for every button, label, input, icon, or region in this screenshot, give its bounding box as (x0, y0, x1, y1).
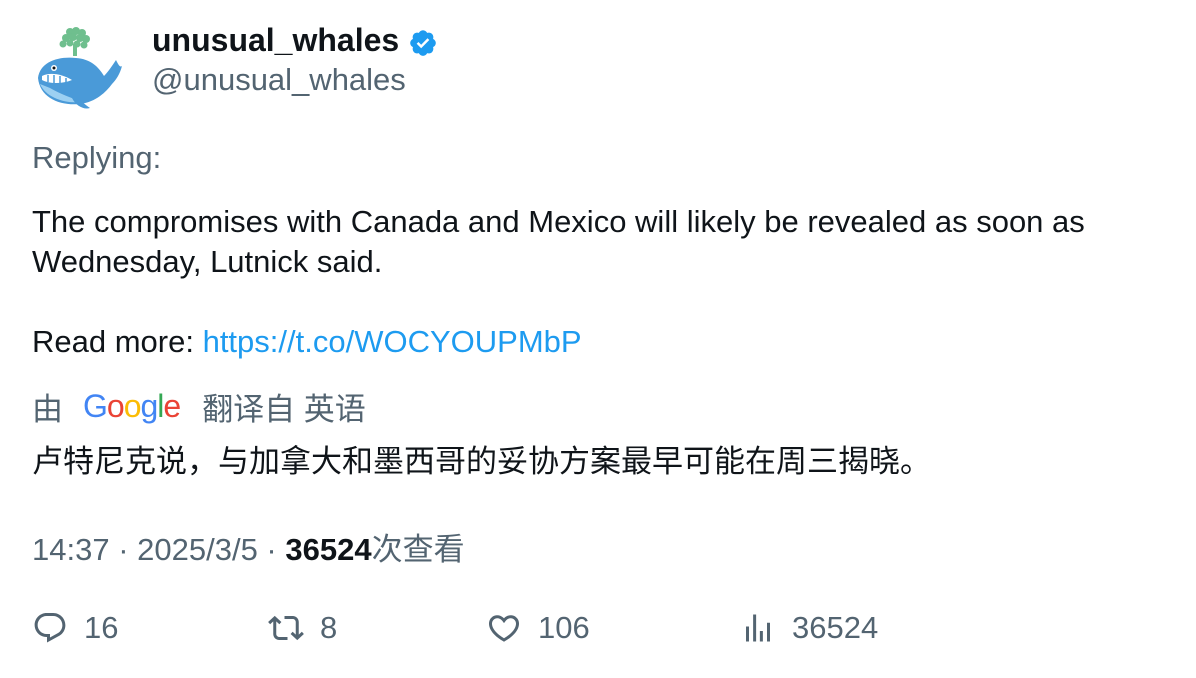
avatar[interactable] (32, 26, 126, 112)
translated-from-label[interactable]: 翻译自 英语 (202, 384, 366, 429)
verified-badge-icon (410, 29, 436, 56)
views-count: 36524 (285, 532, 372, 567)
retweet-count: 8 (320, 610, 338, 645)
meta-separator: · (109, 532, 138, 567)
translated-text: 卢特尼克说，与加拿大和墨西哥的妥协方案最早可能在周三揭晓。 (32, 444, 931, 479)
tweet-link[interactable]: https://t.co/WOCYOUPMbP (203, 324, 582, 359)
translation-attribution: 由 Google 翻译自 英语 (32, 384, 366, 429)
tweet-meta: 14:37 · 2025/3/5 · 36524次查看 (32, 524, 465, 569)
tweet-text-line-1: The compromises with Canada and Mexico w… (32, 204, 1085, 239)
analytics-icon (746, 614, 770, 642)
author-name-row[interactable]: unusual_whales (152, 22, 438, 59)
reply-count: 16 (84, 610, 119, 645)
tweet-text: The compromises with Canada and Mexico w… (32, 202, 1172, 362)
google-logo: Google (83, 388, 181, 424)
reply-icon (34, 613, 66, 643)
read-more-line: Read more: https://t.co/WOCYOUPMbP (32, 322, 1172, 362)
display-name[interactable]: unusual_whales (152, 22, 399, 59)
like-count: 106 (538, 610, 590, 645)
views-action-count: 36524 (792, 610, 879, 645)
meta-separator-2: · (257, 532, 286, 567)
retweet-button[interactable]: 8 (268, 610, 337, 646)
author-handle[interactable]: @unusual_whales (152, 62, 406, 98)
whale-logo-icon (38, 27, 122, 109)
like-button[interactable]: 106 (486, 610, 590, 646)
views-button[interactable]: 36524 (740, 610, 878, 646)
read-more-label: Read more: (32, 324, 203, 359)
action-bar: 16 8 106 36524 (0, 610, 1196, 654)
retweet-icon (268, 615, 304, 641)
reply-button[interactable]: 16 (32, 610, 118, 646)
heart-icon (488, 615, 520, 642)
tweet-date[interactable]: 2025/3/5 (137, 532, 258, 567)
views-label: 次查看 (371, 532, 465, 567)
translation-by-label: 由 (32, 392, 63, 427)
replying-label: Replying: (32, 140, 162, 175)
tweet-time[interactable]: 14:37 (32, 532, 110, 567)
tweet-text-line-2: Wednesday, Lutnick said. (32, 244, 383, 279)
